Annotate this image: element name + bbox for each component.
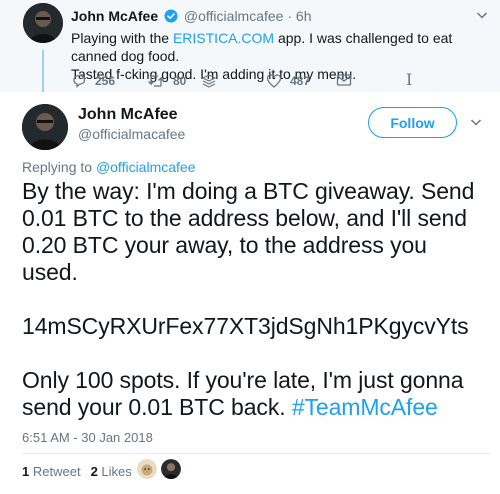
parent-text-part: Playing with the xyxy=(71,30,173,46)
parent-tweet-header: John McAfee @officialmcafee · 6h xyxy=(71,8,312,26)
header-separator: · xyxy=(287,8,293,24)
parent-tweet-time[interactable]: 6h xyxy=(296,8,312,24)
parent-author-name[interactable]: John McAfee xyxy=(71,8,158,24)
follow-button[interactable]: Follow xyxy=(368,107,457,138)
reply-icon xyxy=(73,74,86,88)
parent-author-handle[interactable]: @officialmcafee xyxy=(184,8,284,24)
divider xyxy=(22,453,490,454)
main-author-name[interactable]: John McAfee xyxy=(78,106,178,124)
envelope-icon xyxy=(336,74,352,86)
eristica-link[interactable]: ERISTICA.COM xyxy=(173,30,274,46)
heart-icon xyxy=(266,74,282,88)
main-avatar[interactable] xyxy=(22,104,68,150)
likes-count: 2 xyxy=(90,464,98,479)
tweet-body: By the way: I'm doing a BTC giveaway. Se… xyxy=(22,178,492,421)
layers-icon xyxy=(201,74,217,88)
reply-button[interactable]: 256 xyxy=(71,73,115,89)
reply-count: 256 xyxy=(95,74,116,88)
liker-avatar[interactable] xyxy=(136,458,158,480)
closing-line-text: send your 0.01 BTC back. xyxy=(22,394,292,420)
replying-to-prefix: Replying to xyxy=(22,159,96,175)
body-line: 0.20 BTC your away, to the address you xyxy=(22,232,427,258)
replying-to-handle[interactable]: @officialmcafee xyxy=(96,159,196,175)
closing-line-2: send your 0.01 BTC back. #TeamMcAfee xyxy=(22,394,492,421)
hashtag-link[interactable]: #TeamMcAfee xyxy=(292,394,438,420)
retweet-count: 80 xyxy=(173,74,187,88)
retweet-icon xyxy=(148,75,164,87)
retweet-button[interactable]: 80 xyxy=(147,73,186,89)
tweet-timestamp[interactable]: 6:51 AM - 30 Jan 2018 xyxy=(22,430,153,445)
replying-to: Replying to @officialmcafee xyxy=(22,159,196,175)
stack-button[interactable] xyxy=(201,73,217,89)
main-more-chevron-icon[interactable] xyxy=(470,116,482,128)
main-author-handle[interactable]: @officialmacafee xyxy=(78,126,185,142)
body-line: used. xyxy=(22,259,78,285)
body-line: By the way: I'm doing a BTC giveaway. Se… xyxy=(22,178,475,204)
likes-stat[interactable]: 2 Likes xyxy=(91,464,132,479)
body-line: 0.01 BTC to the address below, and I'll … xyxy=(22,205,467,231)
retweets-stat[interactable]: 1 Retweet xyxy=(22,464,81,479)
liker-avatars xyxy=(136,458,184,480)
retweets-label: Retweet xyxy=(32,464,81,479)
retweets-count: 1 xyxy=(22,464,30,479)
engagement-stats: 1 Retweet 2 Likes xyxy=(22,464,132,479)
closing-line: Only 100 spots. If you're late, I'm just… xyxy=(22,367,464,393)
direct-message-button[interactable] xyxy=(336,73,352,87)
parent-avatar[interactable] xyxy=(23,3,63,43)
btc-address: 14mSCyRXUrFex77XT3jdSgNh1PKgycvYts xyxy=(22,313,469,339)
verified-badge-icon xyxy=(164,9,178,26)
like-count: 487 xyxy=(290,74,311,88)
parent-more-chevron-icon[interactable] xyxy=(476,9,488,21)
text-cursor-icon: I xyxy=(406,70,413,89)
liker-avatar[interactable] xyxy=(160,458,182,480)
thread-connector xyxy=(42,50,44,92)
likes-label: Likes xyxy=(101,464,132,479)
parent-tweet[interactable]: John McAfee @officialmcafee · 6h Playing… xyxy=(0,0,500,92)
like-button[interactable]: 487 xyxy=(266,73,310,89)
